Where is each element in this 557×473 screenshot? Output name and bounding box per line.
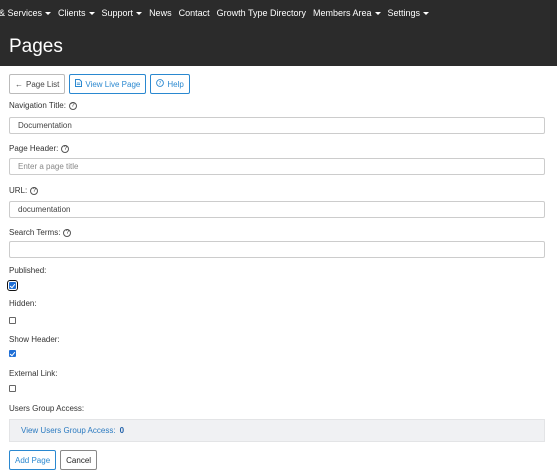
page-list-label: Page List xyxy=(26,79,60,89)
search-terms-input[interactable] xyxy=(9,241,545,258)
nav-item-clients[interactable]: Clients xyxy=(58,8,95,18)
view-live-page-label: View Live Page xyxy=(85,79,141,89)
caret-down-icon xyxy=(45,11,52,15)
url-label: URL:? xyxy=(9,186,39,195)
users-group-label: Users Group Access: xyxy=(9,404,85,413)
help-circle-icon[interactable]: ? xyxy=(68,101,77,110)
hidden-checkbox[interactable] xyxy=(9,317,16,324)
page-header-label: Page Header:? xyxy=(9,144,70,153)
nav-item-members-area[interactable]: Members Area xyxy=(313,8,381,18)
page-title: Pages xyxy=(9,36,63,57)
search-terms-label-text: Search Terms: xyxy=(9,228,61,237)
caret-down-icon xyxy=(136,11,143,15)
nav-item-services[interactable]: & Services xyxy=(0,8,52,18)
nav-item-label: Growth Type Directory xyxy=(216,8,306,18)
users-group-count: 0 xyxy=(119,426,125,435)
help-circle-icon[interactable]: ? xyxy=(61,144,70,153)
view-live-page-button[interactable]: View Live Page xyxy=(69,74,147,94)
nav-title-input[interactable]: Documentation xyxy=(9,117,545,134)
url-input[interactable]: documentation xyxy=(9,201,545,218)
nav-item-label: & Services xyxy=(0,8,43,18)
form-actions: Add Page Cancel xyxy=(9,450,98,470)
nav-item-growth-type-directory[interactable]: Growth Type Directory xyxy=(217,8,306,18)
users-group-panel: View Users Group Access: 0 xyxy=(9,419,545,442)
document-icon xyxy=(75,79,83,89)
page-toolbar: ← Page List View Live Page ? Help xyxy=(9,74,545,94)
external-link-label: External Link: xyxy=(9,369,58,378)
nav-title-label: Navigation Title:? xyxy=(9,101,77,110)
caret-down-icon xyxy=(374,11,381,15)
nav-item-label: Clients xyxy=(58,8,86,18)
page-list-button[interactable]: ← Page List xyxy=(9,74,66,94)
cancel-button[interactable]: Cancel xyxy=(60,450,98,470)
nav-title-label-text: Navigation Title: xyxy=(9,101,66,110)
published-checkbox[interactable] xyxy=(7,280,18,291)
help-label: Help xyxy=(167,79,184,89)
hidden-label: Hidden: xyxy=(9,299,37,308)
page-header-input[interactable]: Enter a page title xyxy=(9,158,545,175)
caret-down-icon xyxy=(423,11,430,15)
show-header-label: Show Header: xyxy=(9,335,60,344)
view-users-group-link[interactable]: View Users Group Access: xyxy=(21,426,116,435)
help-circle-icon[interactable]: ? xyxy=(30,186,39,195)
question-circle-icon: ? xyxy=(156,79,165,89)
top-header: & Services Clients Support News Contact … xyxy=(0,0,557,66)
url-label-text: URL: xyxy=(9,186,28,195)
page-form: ← Page List View Live Page ? Help Naviga… xyxy=(7,74,545,470)
nav-item-settings[interactable]: Settings xyxy=(388,8,430,18)
add-page-button[interactable]: Add Page xyxy=(9,450,57,470)
nav-item-label: Contact xyxy=(178,8,210,18)
main-nav: & Services Clients Support News Contact … xyxy=(0,0,436,26)
nav-item-news[interactable]: News xyxy=(149,8,172,18)
nav-item-label: Support xyxy=(101,8,134,18)
svg-text:?: ? xyxy=(159,81,162,87)
nav-item-label: Members Area xyxy=(312,8,372,18)
search-terms-label: Search Terms:? xyxy=(9,228,72,237)
nav-item-label: News xyxy=(149,8,172,18)
help-button[interactable]: ? Help xyxy=(150,74,190,94)
show-header-checkbox[interactable] xyxy=(9,350,16,357)
nav-item-support[interactable]: Support xyxy=(102,8,143,18)
external-link-checkbox[interactable] xyxy=(9,385,16,392)
published-label: Published: xyxy=(9,266,47,275)
nav-item-contact[interactable]: Contact xyxy=(179,8,210,18)
caret-down-icon xyxy=(88,11,95,15)
arrow-left-icon: ← xyxy=(15,79,23,89)
page-header-label-text: Page Header: xyxy=(9,144,59,153)
nav-item-label: Settings xyxy=(387,8,421,18)
help-circle-icon[interactable]: ? xyxy=(63,228,72,237)
